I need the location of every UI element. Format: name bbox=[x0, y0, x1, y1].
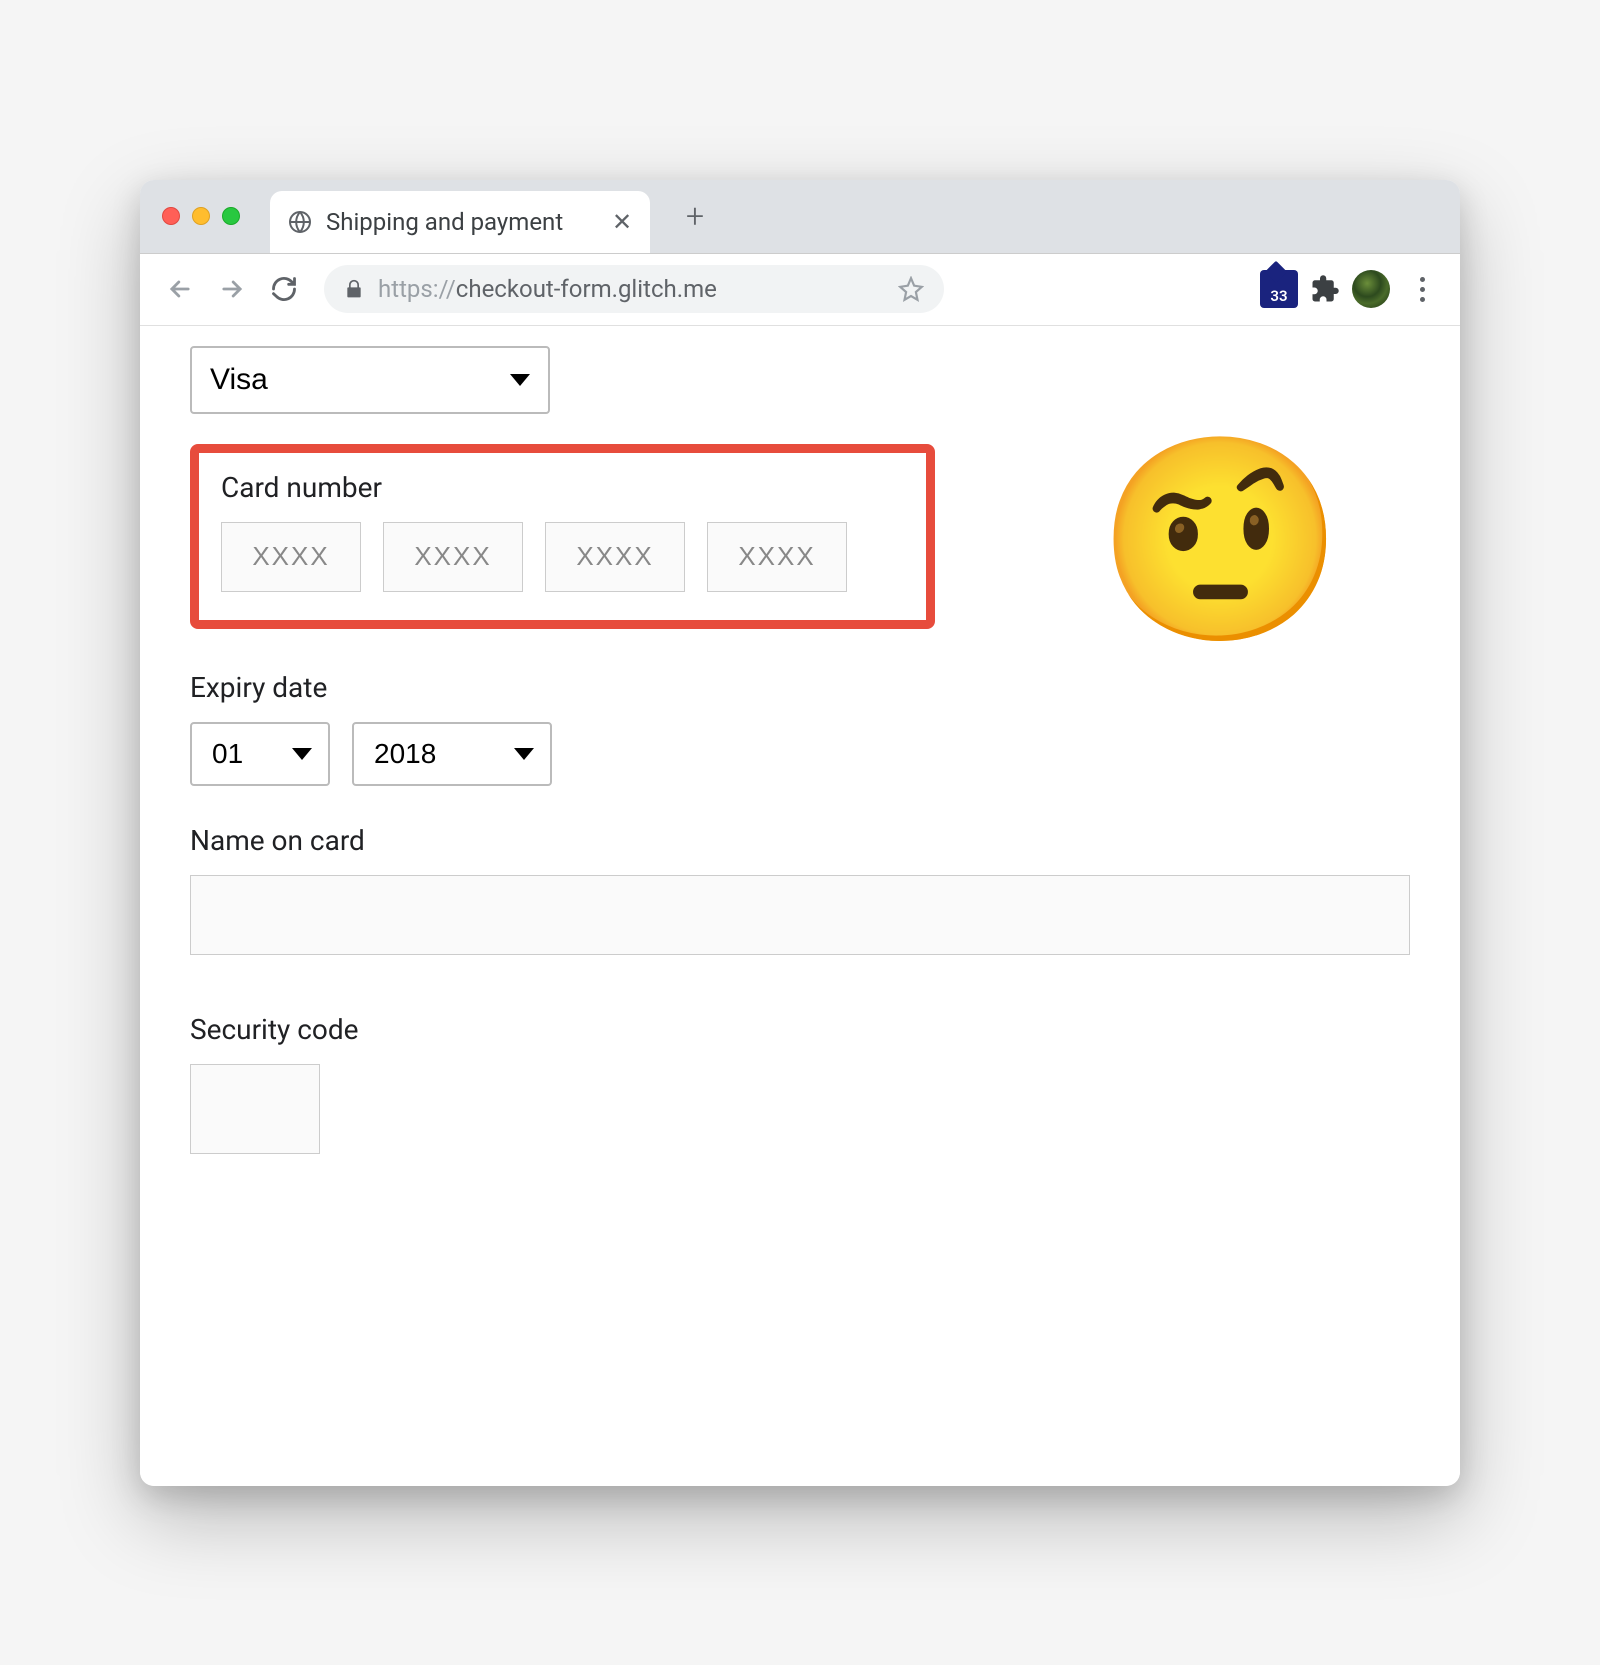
card-segment-2[interactable] bbox=[383, 522, 523, 592]
name-on-card-input[interactable] bbox=[190, 875, 1410, 955]
expiry-group: Expiry date 01 2018 bbox=[190, 671, 1410, 786]
minimize-window-button[interactable] bbox=[192, 207, 210, 225]
close-window-button[interactable] bbox=[162, 207, 180, 225]
tab-title: Shipping and payment bbox=[326, 208, 598, 236]
card-type-select[interactable]: Visa bbox=[190, 346, 550, 414]
cvv-group: Security code bbox=[190, 1013, 1410, 1154]
window-controls bbox=[162, 207, 240, 225]
expiry-label: Expiry date bbox=[190, 671, 1410, 704]
raised-eyebrow-emoji: 🤨 bbox=[1096, 441, 1345, 641]
forward-button[interactable] bbox=[210, 267, 254, 311]
expiry-year-select[interactable]: 2018 bbox=[352, 722, 552, 786]
card-number-highlight: Card number bbox=[190, 444, 935, 629]
page-content: Visa Card number Expiry date 01 2018 bbox=[140, 326, 1460, 1486]
name-label: Name on card bbox=[190, 824, 1410, 857]
back-button[interactable] bbox=[158, 267, 202, 311]
card-segment-3[interactable] bbox=[545, 522, 685, 592]
cvv-label: Security code bbox=[190, 1013, 1410, 1046]
browser-window: Shipping and payment ✕ + https://checkou… bbox=[140, 180, 1460, 1486]
name-group: Name on card bbox=[190, 824, 1410, 955]
browser-menu-button[interactable] bbox=[1402, 269, 1442, 309]
extension-area: 33 bbox=[1260, 269, 1442, 309]
card-type-group: Visa bbox=[190, 346, 1410, 414]
security-code-input[interactable] bbox=[190, 1064, 320, 1154]
browser-toolbar: https://checkout-form.glitch.me 33 bbox=[140, 254, 1460, 326]
globe-icon bbox=[288, 210, 312, 234]
bookmark-star-icon[interactable] bbox=[898, 276, 924, 302]
lock-icon bbox=[344, 278, 364, 300]
expiry-month-select[interactable]: 01 bbox=[190, 722, 330, 786]
card-number-label: Card number bbox=[221, 471, 904, 504]
extension-badge-icon[interactable]: 33 bbox=[1260, 270, 1298, 308]
browser-tab[interactable]: Shipping and payment ✕ bbox=[270, 191, 650, 253]
url-text: https://checkout-form.glitch.me bbox=[378, 275, 884, 303]
card-segment-1[interactable] bbox=[221, 522, 361, 592]
profile-avatar[interactable] bbox=[1352, 270, 1390, 308]
browser-titlebar: Shipping and payment ✕ + bbox=[140, 180, 1460, 254]
address-bar[interactable]: https://checkout-form.glitch.me bbox=[324, 265, 944, 313]
reload-button[interactable] bbox=[262, 267, 306, 311]
card-segment-4[interactable] bbox=[707, 522, 847, 592]
close-tab-button[interactable]: ✕ bbox=[612, 212, 632, 232]
extensions-icon[interactable] bbox=[1310, 274, 1340, 304]
card-number-inputs bbox=[221, 522, 904, 592]
maximize-window-button[interactable] bbox=[222, 207, 240, 225]
new-tab-button[interactable]: + bbox=[676, 197, 714, 235]
